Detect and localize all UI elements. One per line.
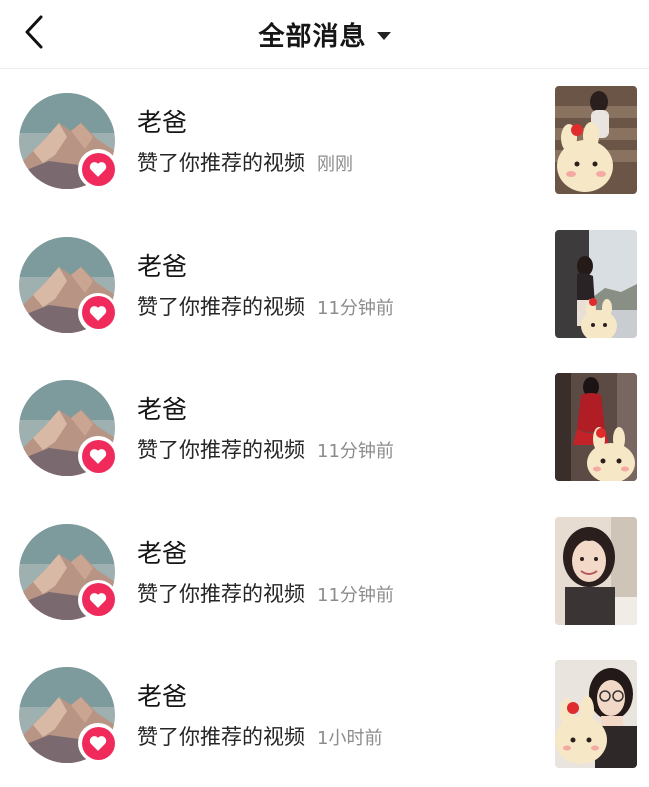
action-text: 赞了你推荐的视频 <box>137 438 305 462</box>
message-text: 赞了你推荐的视频 11分钟前 <box>137 291 394 321</box>
action-text: 赞了你推荐的视频 <box>137 294 305 319</box>
timestamp: 刚刚 <box>317 154 353 175</box>
sender-name[interactable]: 老爸 <box>137 247 187 283</box>
top-navigation-bar: 全部消息 <box>0 0 649 69</box>
like-badge <box>78 292 118 333</box>
action-text: 赞了你推荐的视频 <box>137 151 305 175</box>
sender-name[interactable]: 老爸 <box>137 677 187 713</box>
video-thumbnail[interactable] <box>555 86 637 194</box>
heart-icon <box>89 162 107 177</box>
timestamp: 11分钟前 <box>317 441 394 462</box>
message-list: 老爸 赞了你推荐的视频 刚刚 老爸 赞了你推荐的视频 11分钟前 老爸 赞了你推… <box>0 69 649 787</box>
caret-down-icon <box>376 31 391 40</box>
sender-name[interactable]: 老爸 <box>137 390 187 426</box>
timestamp: 11分钟前 <box>317 297 394 319</box>
message-text: 赞了你推荐的视频 11分钟前 <box>137 434 394 464</box>
message-text: 赞了你推荐的视频 1小时前 <box>137 721 382 751</box>
heart-icon <box>89 449 107 464</box>
like-badge <box>78 436 118 476</box>
sender-name[interactable]: 老爸 <box>137 534 187 570</box>
message-text: 赞了你推荐的视频 11分钟前 <box>137 578 394 608</box>
message-row[interactable]: 老爸 赞了你推荐的视频 1小时前 <box>0 643 649 787</box>
like-badge <box>78 579 118 620</box>
video-thumbnail[interactable] <box>555 660 637 768</box>
message-row[interactable]: 老爸 赞了你推荐的视频 11分钟前 <box>0 500 649 644</box>
page-title: 全部消息 <box>258 21 367 52</box>
sender-name[interactable]: 老爸 <box>137 103 187 139</box>
message-row[interactable]: 老爸 赞了你推荐的视频 11分钟前 <box>0 213 649 357</box>
message-text: 赞了你推荐的视频 刚刚 <box>137 147 353 177</box>
message-filter-dropdown[interactable]: 全部消息 <box>0 14 649 54</box>
like-badge <box>78 723 118 763</box>
message-row[interactable]: 老爸 赞了你推荐的视频 刚刚 <box>0 69 649 213</box>
heart-icon <box>89 592 107 608</box>
like-badge <box>78 149 118 189</box>
video-thumbnail[interactable] <box>555 229 637 338</box>
timestamp: 11分钟前 <box>317 584 394 606</box>
timestamp: 1小时前 <box>317 728 383 749</box>
video-thumbnail[interactable] <box>555 516 637 625</box>
heart-icon <box>89 305 107 321</box>
video-thumbnail[interactable] <box>555 373 637 481</box>
action-text: 赞了你推荐的视频 <box>137 581 305 606</box>
heart-icon <box>89 736 107 751</box>
message-row[interactable]: 老爸 赞了你推荐的视频 11分钟前 <box>0 356 649 500</box>
action-text: 赞了你推荐的视频 <box>137 725 305 749</box>
